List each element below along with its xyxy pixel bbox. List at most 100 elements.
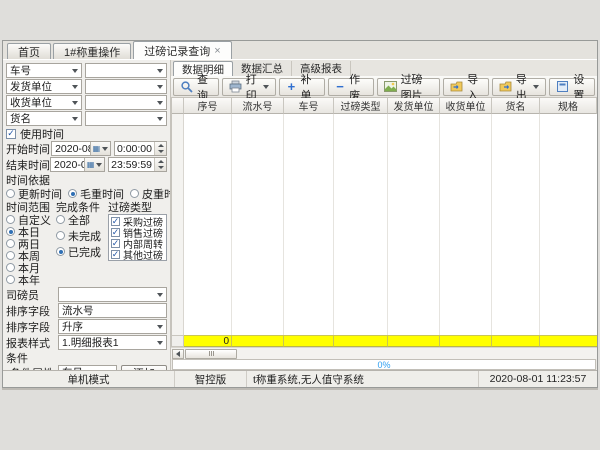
filter-field-select-sender[interactable]: 发货单位: [6, 79, 82, 94]
spinner-buttons[interactable]: [154, 158, 166, 171]
void-button[interactable]: − 作废: [328, 78, 374, 96]
radio-icon: [6, 227, 15, 236]
filter-field-select-goods[interactable]: 货名: [6, 111, 82, 126]
filter-value-select[interactable]: [85, 63, 167, 78]
weigh-type-label: 过磅类型: [108, 201, 167, 213]
start-date-picker[interactable]: 2020-08-01 ▦: [51, 141, 111, 156]
calendar-button[interactable]: ▦: [84, 158, 104, 171]
combo-value: 1.明细报表1: [62, 335, 119, 350]
sort-field-row: 排序字段 流水号: [6, 303, 167, 318]
sort-field-label: 排序字段: [6, 303, 58, 319]
chevron-down-icon: [72, 117, 78, 121]
radio-icon: [6, 189, 15, 198]
check-icon: ✓: [7, 129, 15, 138]
summary-count-cell: 0: [184, 335, 232, 347]
report-style-label: 报表样式: [6, 335, 58, 351]
tab-weighing-record-query[interactable]: 过磅记录查询 ×: [133, 41, 231, 59]
radio-icon: [6, 251, 15, 260]
time-basis-label: 时间依据: [6, 174, 167, 186]
supplement-order-button[interactable]: + 补单: [279, 78, 325, 96]
search-icon: [180, 80, 193, 93]
printer-icon: [229, 80, 242, 93]
import-button[interactable]: 导入: [443, 78, 489, 96]
weigher-select[interactable]: [58, 287, 167, 302]
filter-field-select-receiver[interactable]: 收货单位: [6, 95, 82, 110]
radio-finished[interactable]: 已完成: [56, 246, 108, 257]
radio-this-year[interactable]: 本年: [6, 274, 56, 285]
calendar-button[interactable]: ▦: [90, 142, 110, 155]
radio-icon: [68, 189, 77, 198]
filter-value-select[interactable]: [85, 79, 167, 94]
filter-row: 收货单位: [6, 95, 167, 110]
use-time-label: 使用时间: [20, 126, 64, 142]
column-header-weigh-type[interactable]: 过磅类型: [334, 98, 388, 114]
radio-all[interactable]: 全部: [56, 214, 108, 225]
checkbox-icon: ✓: [111, 250, 120, 259]
add-condition-button[interactable]: 添加: [121, 365, 167, 370]
weigher-label: 司磅员: [6, 287, 58, 303]
column-header-vehicle[interactable]: 车号: [284, 98, 334, 114]
spin-down-icon[interactable]: [155, 165, 166, 172]
sort-order-select[interactable]: 升序: [58, 319, 167, 334]
query-button[interactable]: 查询: [173, 78, 219, 96]
desktop-background: 首页 1#称重操作 过磅记录查询 × 车号: [0, 0, 600, 450]
close-icon[interactable]: ×: [214, 46, 220, 56]
end-date-picker[interactable]: 2020-08-01 ▦: [50, 157, 105, 172]
export-button[interactable]: 导出: [492, 78, 547, 96]
sort-order-label: 排序字段: [6, 319, 58, 335]
report-style-select[interactable]: 1.明细报表1: [58, 335, 167, 350]
condition-attr-label: 条件属性: [6, 365, 58, 371]
calendar-icon: ▦: [93, 145, 101, 153]
chevron-down-icon: [157, 69, 163, 73]
horizontal-scrollbar[interactable]: [171, 347, 597, 359]
weigh-photo-button[interactable]: 过磅图片: [377, 78, 441, 96]
column-header-seq[interactable]: 序号: [184, 98, 232, 114]
status-edition: 智控版: [175, 371, 247, 387]
grid-header-row: 序号 流水号 车号 过磅类型 发货单位 收货单位 货名 规格: [172, 98, 597, 114]
settings-button[interactable]: 设置: [549, 78, 595, 96]
combo-value: 车号: [62, 365, 83, 370]
chevron-down-icon: [96, 163, 102, 167]
tab-weighing-operation[interactable]: 1#称重操作: [53, 43, 131, 59]
column-header-goods[interactable]: 货名: [492, 98, 540, 114]
column-header-serial[interactable]: 流水号: [232, 98, 284, 114]
radio-unfinished[interactable]: 未完成: [56, 230, 108, 241]
spinner-buttons[interactable]: [154, 142, 166, 155]
radio-icon: [56, 231, 65, 240]
image-icon: [384, 80, 397, 93]
combo-value: 车号: [10, 63, 31, 78]
progress-bar: 0%: [172, 359, 596, 370]
app-window: 首页 1#称重操作 过磅记录查询 × 车号: [2, 40, 598, 388]
sort-field-input[interactable]: 流水号: [58, 303, 167, 318]
status-system-name: t称重系统,无人值守系统: [247, 371, 479, 387]
checkbox-other-weigh[interactable]: ✓其他过磅: [111, 249, 164, 259]
condition-attr-select[interactable]: 车号: [58, 365, 117, 370]
calendar-icon: ▦: [87, 161, 95, 169]
filter-value-select[interactable]: [85, 95, 167, 110]
start-time-row: 开始时间 2020-08-01 ▦ 0:00:00: [6, 141, 167, 156]
chevron-down-icon: [157, 85, 163, 89]
tab-data-summary[interactable]: 数据汇总: [233, 61, 292, 76]
spin-down-icon[interactable]: [155, 149, 166, 156]
filter-value-select[interactable]: [85, 111, 167, 126]
scrollbar-thumb[interactable]: [185, 349, 237, 359]
query-sidebar: 车号 发货单位: [3, 60, 171, 370]
scroll-left-icon[interactable]: [172, 349, 184, 359]
radio-icon: [56, 215, 65, 224]
start-time-label: 开始时间: [6, 141, 51, 157]
tab-home[interactable]: 首页: [7, 43, 51, 59]
column-header-sender[interactable]: 发货单位: [388, 98, 440, 114]
document-tab-bar: 首页 1#称重操作 过磅记录查询 ×: [3, 41, 597, 60]
time-value: 23:59:59: [109, 158, 154, 171]
combo-value: 升序: [62, 319, 83, 334]
radio-icon: [130, 189, 139, 198]
print-button[interactable]: 打印: [222, 78, 277, 96]
filter-field-select-vehicle[interactable]: 车号: [6, 63, 82, 78]
use-time-checkbox[interactable]: ✓: [6, 129, 16, 139]
column-header-spec[interactable]: 规格: [540, 98, 597, 114]
main-area: 车号 发货单位: [3, 60, 597, 370]
start-time-spinner[interactable]: 0:00:00: [114, 141, 167, 156]
end-time-spinner[interactable]: 23:59:59: [108, 157, 167, 172]
column-header-receiver[interactable]: 收货单位: [440, 98, 492, 114]
weigh-type-group: 过磅类型 ✓采购过磅 ✓销售过磅 ✓内部周转 ✓其他过磅: [108, 201, 167, 286]
